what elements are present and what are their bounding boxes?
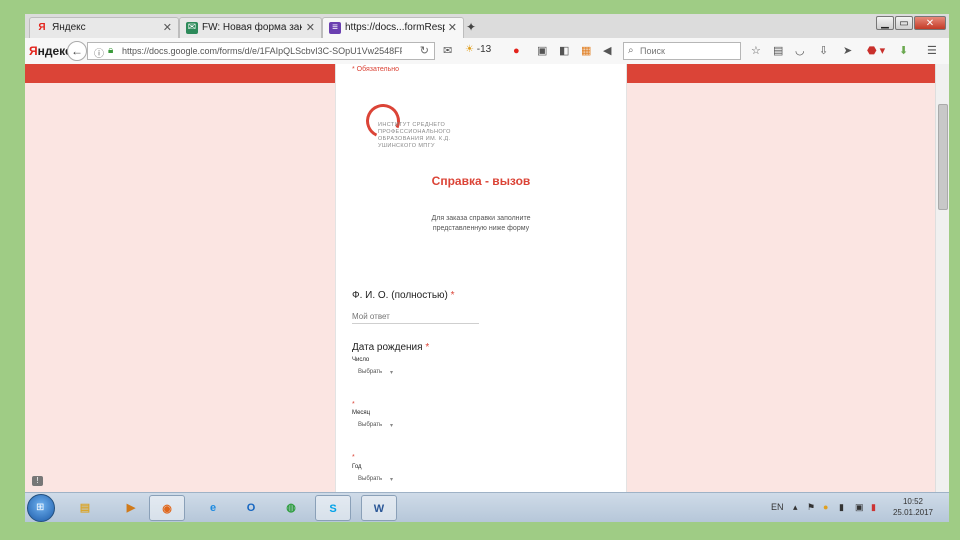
month-label: Месяц	[352, 410, 371, 416]
windows-logo-icon: ⊞	[36, 502, 45, 513]
question-birthdate: Дата рождения *	[352, 342, 429, 353]
yandex-icon: Я	[38, 22, 46, 33]
dropdown-arrow-icon: ▾	[390, 477, 394, 483]
send-icon[interactable]: ➤	[843, 44, 852, 58]
network-icon[interactable]: ▮	[839, 502, 844, 513]
library-icon[interactable]: ▤	[773, 44, 783, 58]
search-icon: ⌕	[628, 45, 634, 56]
required-star: *	[352, 454, 355, 461]
required-star: *	[352, 401, 355, 408]
flag-icon[interactable]: ⚑	[807, 502, 815, 513]
taskbar-firefox-button[interactable]: ◉	[149, 495, 185, 521]
required-star: *	[450, 290, 455, 301]
taskbar-outlook-button[interactable]: O	[233, 495, 269, 521]
form-card: * Обязательно ИНСТИТУТ СРЕДНЕГО ПРОФЕССИ…	[335, 64, 627, 492]
forms-icon: ≡	[329, 22, 341, 34]
page-content: ! * Обязательно ИНСТИТУТ СРЕДНЕГО ПРОФЕС…	[25, 64, 935, 492]
language-indicator[interactable]: EN	[771, 502, 784, 512]
tab-close-icon[interactable]: ✕	[448, 21, 457, 34]
form-description: Для заказа справки заполните представлен…	[431, 215, 531, 232]
tray-arrow-icon[interactable]: ▴	[793, 502, 798, 513]
new-tab-icon[interactable]: ✦	[466, 20, 476, 34]
tab-label: FW: Новая форма заказа ...	[202, 22, 302, 33]
feedback-icon[interactable]: !	[32, 476, 43, 486]
year-select[interactable]: Выбрать ▾	[358, 476, 402, 488]
power-icon[interactable]: ▮	[871, 502, 876, 513]
monitor-icon[interactable]: ▣	[855, 502, 864, 513]
scrollbar-thumb[interactable]	[938, 104, 948, 210]
close-button[interactable]: ✕	[914, 16, 946, 30]
search-box[interactable]: ⌕	[623, 42, 741, 60]
menu-icon[interactable]: ☰	[927, 44, 937, 58]
tab-strip: Я Яндекс ✕ ✉ FW: Новая форма заказа ... …	[25, 14, 949, 39]
star-icon[interactable]: ☆	[751, 44, 761, 58]
taskbar-chrome-button[interactable]: ◍	[273, 495, 309, 521]
adblock-icon[interactable]: ⬣ ▾	[867, 44, 885, 58]
required-star: *	[425, 342, 430, 353]
form-title: Справка - вызов	[431, 174, 531, 188]
clock-time: 10:52	[902, 497, 924, 506]
outlook-icon: ✉	[186, 22, 198, 34]
address-bar[interactable]: ⓘ 🔒︎ https://docs.google.com/forms/d/e/1…	[87, 42, 435, 60]
translate-icon[interactable]: ▣	[537, 44, 547, 58]
screenshot-icon[interactable]: ◧	[559, 44, 569, 58]
clock-date: 25.01.2017	[892, 508, 934, 517]
day-select[interactable]: Выбрать ▾	[358, 369, 402, 381]
clock[interactable]: 10:52 25.01.2017	[883, 496, 943, 518]
tab-label: Яндекс	[52, 22, 86, 33]
lock-icon: 🔒︎	[108, 45, 114, 56]
minimize-button[interactable]: ▁	[876, 16, 894, 30]
tab-label: https://docs...formResponse	[345, 22, 445, 33]
dropdown-arrow-icon: ▾	[390, 370, 394, 376]
start-button[interactable]: ⊞	[27, 494, 55, 522]
bookmark-app-icon[interactable]: ▦	[581, 44, 591, 58]
year-label: Год	[352, 464, 362, 470]
browser-window: Я Яндекс ✕ ✉ FW: Новая форма заказа ... …	[25, 14, 949, 522]
reload-icon[interactable]: ↻	[420, 44, 429, 57]
download-icon[interactable]: ⇩	[819, 44, 828, 58]
navigation-bar: Яндекс ← ⓘ 🔒︎ https://docs.google.com/fo…	[25, 38, 949, 65]
yandex-logo[interactable]: Яндекс	[29, 44, 72, 58]
maximize-button[interactable]: ▭	[895, 16, 913, 30]
taskbar: ⊞ ▤ ▶ ◉ e O ◍ S W EN ▴ ⚑ ● ▮ ▣ ▮ 10:52 25.01.20…	[25, 492, 949, 522]
select-value: Выбрать	[358, 369, 383, 375]
mail-icon[interactable]: ✉	[443, 44, 452, 58]
search-input[interactable]	[640, 44, 736, 58]
taskbar-media-player-button[interactable]: ▶	[113, 495, 149, 521]
tab-close-icon[interactable]: ✕	[163, 21, 172, 34]
tab-yandex[interactable]: Я Яндекс ✕	[29, 17, 179, 38]
day-label: Число	[352, 357, 370, 363]
weather-widget[interactable]: ☀ -13	[465, 44, 491, 55]
question-fio: Ф. И. О. (полностью) *	[352, 290, 455, 301]
tab-outlook[interactable]: ✉ FW: Новая форма заказа ... ✕	[179, 17, 322, 38]
month-select[interactable]: Выбрать ▾	[358, 422, 402, 434]
dropdown-arrow-icon: ▾	[390, 423, 394, 429]
address-text[interactable]: https://docs.google.com/forms/d/e/1FAIpQ…	[122, 46, 402, 56]
speaker-icon[interactable]: ◀	[603, 44, 611, 58]
fio-input[interactable]	[352, 310, 479, 324]
logo-text: ИНСТИТУТ СРЕДНЕГО ПРОФЕССИОНАЛЬНОГО ОБРА…	[378, 122, 451, 149]
tab-close-icon[interactable]: ✕	[306, 21, 315, 34]
select-value: Выбрать	[358, 476, 383, 482]
question-label: Дата рождения	[352, 342, 423, 353]
weather-temp: -13	[476, 44, 492, 55]
yandex-button-icon[interactable]: ●	[513, 44, 520, 58]
weather-icon: ☀	[465, 44, 474, 55]
info-icon[interactable]: ⓘ	[94, 45, 104, 60]
taskbar-skype-button[interactable]: S	[315, 495, 351, 521]
back-button[interactable]: ←	[67, 41, 87, 61]
institute-logo: ИНСТИТУТ СРЕДНЕГО ПРОФЕССИОНАЛЬНОГО ОБРА…	[361, 99, 466, 156]
taskbar-explorer-button[interactable]: ▤	[67, 495, 103, 521]
required-note: * Обязательно	[352, 66, 399, 73]
pocket-icon[interactable]: ◡	[795, 44, 805, 58]
question-label: Ф. И. О. (полностью)	[352, 290, 448, 301]
taskbar-word-button[interactable]: W	[361, 495, 397, 521]
tab-form-response[interactable]: ≡ https://docs...formResponse ✕	[322, 17, 464, 38]
taskbar-internet-explorer-button[interactable]: e	[195, 495, 231, 521]
yandex-disk-icon[interactable]: ●	[823, 502, 828, 512]
save-download-icon[interactable]: ⬇	[899, 44, 908, 58]
vertical-scrollbar[interactable]	[935, 64, 949, 492]
select-value: Выбрать	[358, 422, 383, 428]
